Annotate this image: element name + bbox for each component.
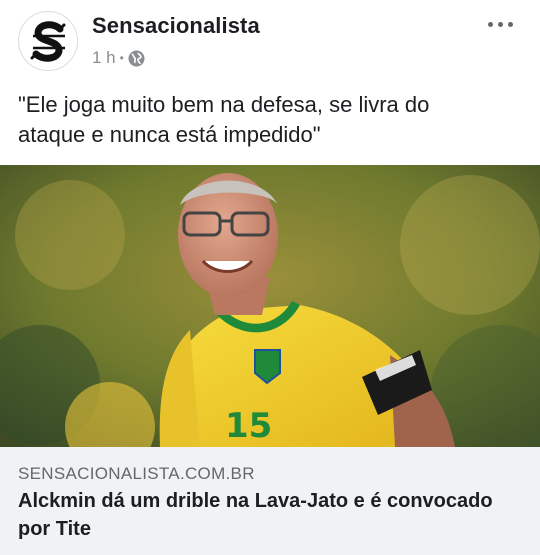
post-meta: 1 h • xyxy=(92,47,145,69)
soccer-player-photo: 15 xyxy=(0,165,540,447)
meta-separator: • xyxy=(119,51,124,65)
more-options-button[interactable] xyxy=(480,10,520,38)
link-preview-image[interactable]: 15 xyxy=(0,165,540,447)
link-title[interactable]: Alckmin dá um drible na Lava-Jato e é co… xyxy=(18,487,518,543)
more-horizontal-icon xyxy=(487,21,493,27)
post-header: Sensacionalista 1 h • xyxy=(0,0,540,80)
link-preview-card[interactable]: SENSACIONALISTA.COM.BR Alckmin dá um dri… xyxy=(0,447,540,555)
page-name[interactable]: Sensacionalista xyxy=(92,13,260,39)
link-domain: SENSACIONALISTA.COM.BR xyxy=(18,464,255,483)
svg-text:15: 15 xyxy=(225,406,272,446)
post-timestamp[interactable]: 1 h xyxy=(92,48,116,68)
post-text: "Ele joga muito bem na defesa, se livra … xyxy=(18,92,430,147)
globe-icon xyxy=(128,50,145,67)
page-avatar[interactable] xyxy=(18,11,78,71)
sensacionalista-logo-icon xyxy=(20,13,77,70)
